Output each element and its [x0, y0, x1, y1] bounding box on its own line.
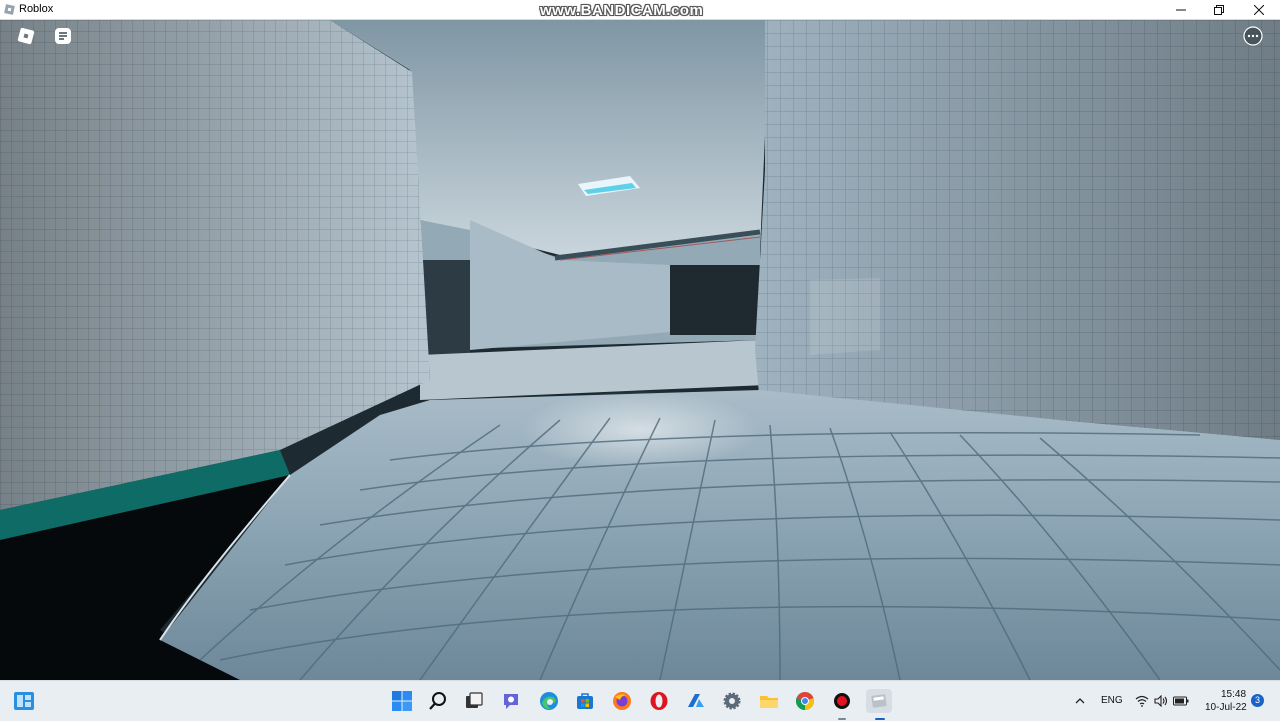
- minimize-icon: [1176, 9, 1186, 10]
- store-icon: [577, 693, 593, 709]
- restore-icon: [1214, 4, 1224, 15]
- roblox-app-icon: [4, 4, 15, 15]
- volume-button[interactable]: [1151, 689, 1171, 713]
- input-language[interactable]: ENG: [1101, 695, 1123, 707]
- edge-icon: [540, 692, 558, 710]
- game-scene: [0, 20, 1280, 680]
- show-hidden-icons-button[interactable]: [1070, 689, 1090, 713]
- roblox-taskbar-button[interactable]: [866, 689, 892, 713]
- settings-button[interactable]: [720, 689, 744, 713]
- firefox-button[interactable]: [610, 689, 634, 713]
- file-explorer-button[interactable]: [757, 689, 781, 713]
- folder-icon: [760, 696, 778, 708]
- close-icon: [1254, 4, 1264, 15]
- roblox-icon: [871, 694, 887, 708]
- chrome-icon: [795, 692, 815, 710]
- task-view-icon: [466, 692, 483, 708]
- search-button[interactable]: [426, 689, 450, 713]
- roblox-logo-icon: [17, 27, 35, 45]
- microsoft-store-button[interactable]: [573, 689, 597, 713]
- search-icon: [429, 692, 446, 710]
- azure-button[interactable]: [684, 689, 708, 713]
- gear-icon: [723, 692, 741, 710]
- minimize-button[interactable]: [1162, 0, 1200, 19]
- wifi-icon: [1135, 695, 1149, 707]
- bandicam-button[interactable]: [830, 689, 854, 713]
- network-button[interactable]: [1132, 689, 1152, 713]
- roblox-menu-button[interactable]: [15, 25, 37, 47]
- record-icon: [834, 693, 850, 709]
- battery-button[interactable]: [1171, 689, 1191, 713]
- more-icon: [1243, 26, 1263, 46]
- more-options-button[interactable]: [1242, 25, 1264, 47]
- bandicam-watermark: www.BANDICAM.com: [540, 2, 704, 19]
- taskbar: ENG 15:48 10-Jul-22: [0, 680, 1280, 721]
- edge-button[interactable]: [537, 689, 561, 713]
- teams-chat-button[interactable]: [499, 689, 523, 713]
- chevron-up-icon: [1075, 698, 1085, 704]
- battery-icon: [1173, 696, 1189, 706]
- opera-button[interactable]: [647, 689, 671, 713]
- chrome-button[interactable]: [793, 689, 817, 713]
- clock-date[interactable]: 10-Jul-22: [1205, 702, 1247, 714]
- notification-badge[interactable]: 3: [1251, 694, 1264, 707]
- game-viewport[interactable]: [0, 20, 1280, 680]
- azure-icon: [688, 694, 704, 707]
- task-view-button[interactable]: [462, 689, 486, 713]
- window-title-bar: Roblox www.BANDICAM.com: [0, 0, 1280, 20]
- clock-time[interactable]: 15:48: [1221, 689, 1246, 701]
- widgets-button[interactable]: [12, 689, 36, 713]
- close-button[interactable]: [1240, 0, 1278, 19]
- speaker-icon: [1154, 695, 1168, 707]
- start-button[interactable]: [390, 689, 414, 713]
- windows-logo-icon: [392, 691, 412, 711]
- chat-icon: [55, 28, 71, 44]
- window-title: Roblox: [19, 3, 54, 15]
- chat-button[interactable]: [52, 25, 74, 47]
- maximize-button[interactable]: [1200, 0, 1238, 19]
- opera-icon: [650, 692, 668, 710]
- widgets-icon: [14, 692, 34, 710]
- teams-chat-icon: [504, 694, 518, 709]
- firefox-icon: [613, 692, 631, 710]
